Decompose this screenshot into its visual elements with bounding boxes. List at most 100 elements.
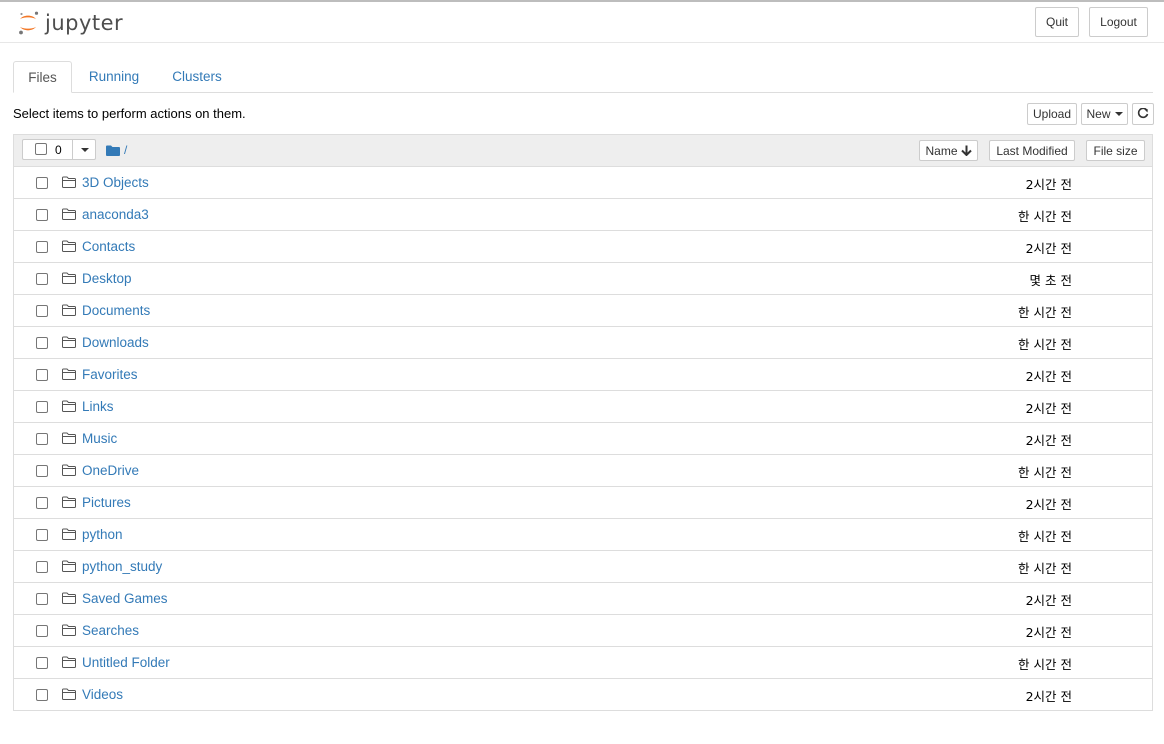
caret-down-icon[interactable] — [81, 148, 89, 152]
row-checkbox[interactable] — [36, 209, 48, 221]
file-row[interactable]: Links 2시간 전 — [14, 391, 1152, 423]
folder-name-link[interactable]: python — [82, 527, 123, 542]
row-checkbox[interactable] — [36, 497, 48, 509]
row-checkbox[interactable] — [36, 465, 48, 477]
row-checkbox[interactable] — [36, 177, 48, 189]
app-name: jupyter — [45, 11, 124, 35]
folder-name-link[interactable]: 3D Objects — [82, 175, 149, 190]
row-checkbox[interactable] — [36, 305, 48, 317]
tab-running[interactable]: Running — [75, 61, 153, 92]
row-checkbox[interactable] — [36, 561, 48, 573]
folder-icon — [62, 336, 76, 348]
helper-text: Select items to perform actions on them. — [13, 106, 246, 121]
tab-clusters[interactable]: Clusters — [158, 61, 236, 92]
last-modified: 2시간 전 — [1025, 625, 1072, 640]
row-checkbox[interactable] — [36, 337, 48, 349]
file-row[interactable]: anaconda3 한 시간 전 — [14, 199, 1152, 231]
folder-name-link[interactable]: Untitled Folder — [82, 655, 170, 670]
file-row[interactable]: Saved Games 2시간 전 — [14, 583, 1152, 615]
last-modified: 한 시간 전 — [1018, 209, 1072, 224]
file-row[interactable]: Untitled Folder 한 시간 전 — [14, 647, 1152, 679]
select-all-control[interactable]: 0 — [22, 139, 96, 160]
folder-name-link[interactable]: Saved Games — [82, 591, 168, 606]
upload-button[interactable]: Upload — [1027, 103, 1077, 125]
row-checkbox[interactable] — [36, 657, 48, 669]
tab-bar: Files Running Clusters — [13, 61, 1153, 93]
file-rows: 3D Objects 2시간 전 anaconda3 한 시간 전 Contacts 2시… — [14, 167, 1152, 710]
folder-icon — [62, 176, 76, 188]
folder-name-link[interactable]: Links — [82, 399, 114, 414]
sort-by-modified-button[interactable]: Last Modified — [989, 140, 1075, 161]
folder-name-link[interactable]: Contacts — [82, 239, 135, 254]
last-modified: 2시간 전 — [1025, 689, 1072, 704]
file-row[interactable]: Documents 한 시간 전 — [14, 295, 1152, 327]
last-modified: 한 시간 전 — [1018, 305, 1072, 320]
folder-name-link[interactable]: anaconda3 — [82, 207, 149, 222]
folder-icon — [62, 624, 76, 636]
folder-icon — [62, 464, 76, 476]
file-row[interactable]: Desktop 몇 초 전 — [14, 263, 1152, 295]
jupyter-logo[interactable]: jupyter — [17, 8, 123, 38]
file-row[interactable]: Videos 2시간 전 — [14, 679, 1152, 710]
refresh-button[interactable] — [1132, 103, 1154, 125]
row-checkbox[interactable] — [36, 273, 48, 285]
last-modified: 2시간 전 — [1025, 433, 1072, 448]
row-checkbox[interactable] — [36, 593, 48, 605]
folder-name-link[interactable]: Documents — [82, 303, 150, 318]
file-row[interactable]: Searches 2시간 전 — [14, 615, 1152, 647]
folder-name-link[interactable]: Pictures — [82, 495, 131, 510]
folder-icon — [62, 272, 76, 284]
folder-name-link[interactable]: Music — [82, 431, 117, 446]
row-checkbox[interactable] — [36, 625, 48, 637]
jupyter-logo-icon — [19, 11, 39, 35]
last-modified: 2시간 전 — [1025, 593, 1072, 608]
file-row[interactable]: python_study 한 시간 전 — [14, 551, 1152, 583]
quit-button[interactable]: Quit — [1035, 7, 1079, 37]
new-dropdown-button[interactable]: New — [1081, 103, 1128, 125]
last-modified: 한 시간 전 — [1018, 561, 1072, 576]
row-checkbox[interactable] — [36, 369, 48, 381]
last-modified: 한 시간 전 — [1018, 337, 1072, 352]
row-checkbox[interactable] — [36, 529, 48, 541]
folder-name-link[interactable]: Favorites — [82, 367, 138, 382]
last-modified: 한 시간 전 — [1018, 529, 1072, 544]
folder-icon — [62, 688, 76, 700]
folder-solid-icon — [106, 145, 120, 156]
folder-name-link[interactable]: python_study — [82, 559, 162, 574]
file-row[interactable]: Downloads 한 시간 전 — [14, 327, 1152, 359]
sort-by-size-button[interactable]: File size — [1086, 140, 1145, 161]
folder-name-link[interactable]: Searches — [82, 623, 139, 638]
row-checkbox[interactable] — [36, 433, 48, 445]
file-row[interactable]: 3D Objects 2시간 전 — [14, 167, 1152, 199]
folder-name-link[interactable]: Downloads — [82, 335, 149, 350]
folder-name-link[interactable]: Desktop — [82, 271, 132, 286]
folder-icon — [62, 368, 76, 380]
header-bar: jupyter Quit Logout — [0, 2, 1164, 43]
folder-icon — [62, 208, 76, 220]
last-modified: 한 시간 전 — [1018, 657, 1072, 672]
select-all-checkbox[interactable] — [35, 143, 47, 155]
refresh-icon — [1137, 108, 1149, 119]
caret-down-icon — [1114, 112, 1123, 116]
last-modified: 2시간 전 — [1025, 497, 1072, 512]
breadcrumb-root[interactable]: / — [124, 143, 127, 157]
row-checkbox[interactable] — [36, 689, 48, 701]
folder-name-link[interactable]: Videos — [82, 687, 123, 702]
logout-button[interactable]: Logout — [1089, 7, 1148, 37]
file-row[interactable]: Favorites 2시간 전 — [14, 359, 1152, 391]
file-row[interactable]: OneDrive 한 시간 전 — [14, 455, 1152, 487]
row-checkbox[interactable] — [36, 241, 48, 253]
file-row[interactable]: Music 2시간 전 — [14, 423, 1152, 455]
file-list: 0 / Name Last Modified File size 3D Obje… — [13, 134, 1153, 711]
folder-name-link[interactable]: OneDrive — [82, 463, 139, 478]
breadcrumb[interactable]: / — [106, 143, 127, 157]
list-header: 0 / Name Last Modified File size — [14, 135, 1152, 167]
tab-files[interactable]: Files — [13, 61, 72, 93]
file-row[interactable]: Pictures 2시간 전 — [14, 487, 1152, 519]
sort-by-name-button[interactable]: Name — [919, 140, 978, 161]
last-modified: 2시간 전 — [1025, 241, 1072, 256]
divider — [72, 140, 73, 159]
file-row[interactable]: Contacts 2시간 전 — [14, 231, 1152, 263]
row-checkbox[interactable] — [36, 401, 48, 413]
file-row[interactable]: python 한 시간 전 — [14, 519, 1152, 551]
